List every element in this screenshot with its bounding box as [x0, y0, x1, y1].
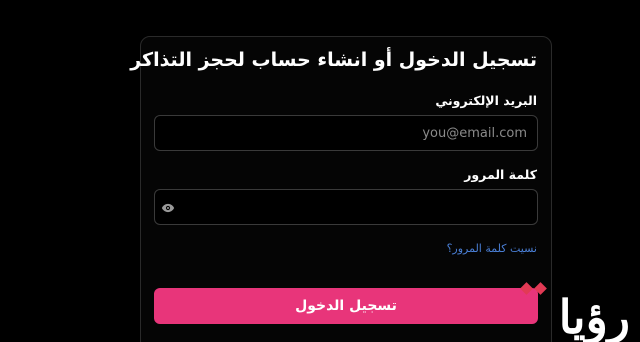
eye-icon[interactable]: [161, 201, 175, 215]
email-label: البريد الإلكتروني: [435, 93, 537, 108]
login-card: تسجيل الدخول أو انشاء حساب لحجز التذاكر …: [130, 36, 552, 342]
login-button[interactable]: تسجيل الدخول: [154, 288, 538, 324]
page: تسجيل الدخول أو انشاء حساب لحجز التذاكر …: [0, 0, 640, 342]
email-field-wrapper: [154, 115, 538, 151]
watermark-dot: [520, 282, 533, 295]
password-label: كلمة المرور: [464, 167, 537, 182]
email-field[interactable]: [155, 116, 537, 150]
watermark-logo: رؤيا: [500, 272, 640, 342]
form-title: تسجيل الدخول أو انشاء حساب لحجز التذاكر: [130, 49, 537, 71]
password-field[interactable]: [155, 190, 537, 224]
watermark-text: رؤيا: [558, 290, 632, 342]
forgot-password-link[interactable]: نسيت كلمة المرور؟: [447, 242, 537, 255]
watermark-dot: [534, 282, 547, 295]
password-field-wrapper: [154, 189, 538, 225]
